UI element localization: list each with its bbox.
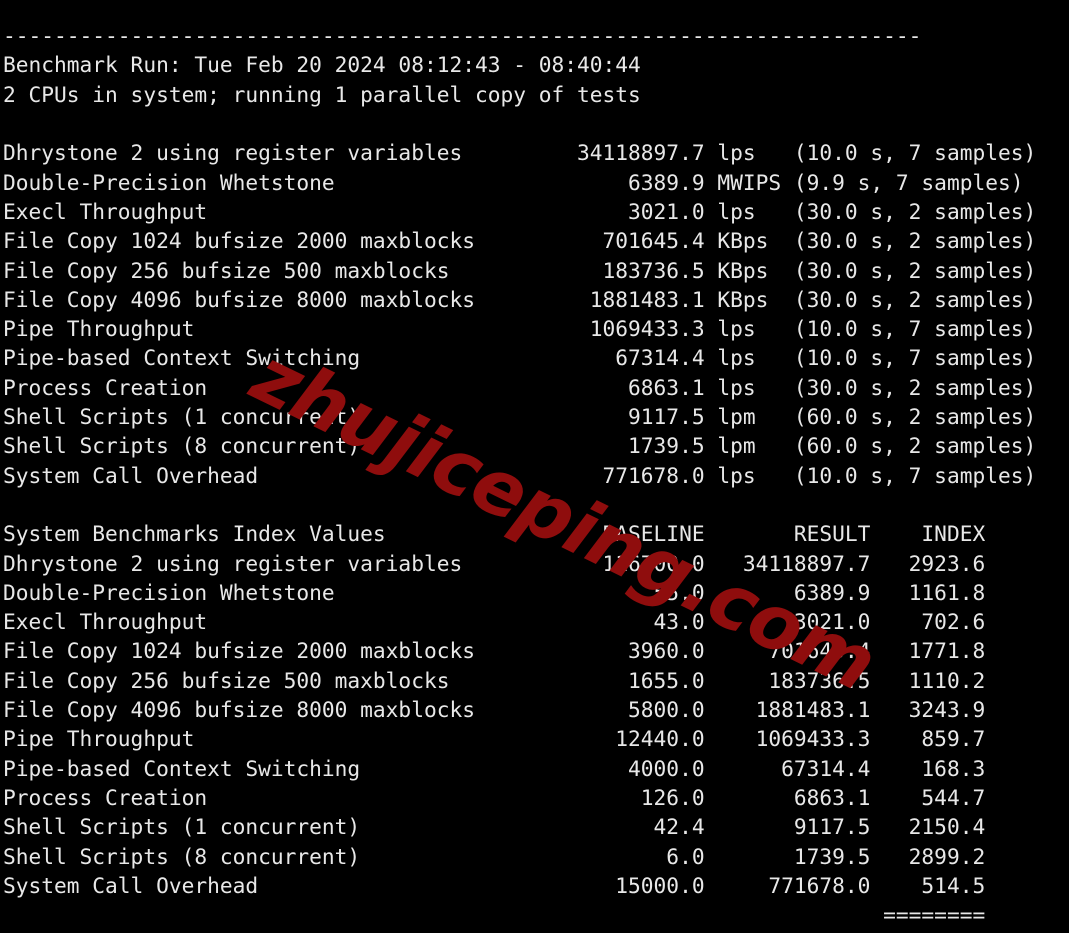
terminal-line: Process Creation 6863.1 lps (30.0 s, 2 s… <box>3 374 1037 400</box>
terminal-line: Pipe Throughput 1069433.3 lps (10.0 s, 7… <box>3 316 1037 342</box>
terminal-line: Shell Scripts (1 concurrent) 9117.5 lpm … <box>3 404 1037 430</box>
terminal-line: Double-Precision Whetstone 55.0 6389.9 1… <box>3 579 986 605</box>
terminal-line: Execl Throughput 43.0 3021.0 702.6 <box>3 609 986 635</box>
terminal-line: File Copy 1024 bufsize 2000 maxblocks 70… <box>3 228 1037 254</box>
terminal-line: 2 CPUs in system; running 1 parallel cop… <box>3 81 641 107</box>
terminal-line: Shell Scripts (8 concurrent) 6.0 1739.5 … <box>3 843 986 869</box>
terminal-line: Pipe-based Context Switching 4000.0 6731… <box>3 755 986 781</box>
terminal-output: ----------------------------------------… <box>0 21 1069 933</box>
terminal-line: Shell Scripts (8 concurrent) 1739.5 lpm … <box>3 433 1037 459</box>
terminal-line: Benchmark Run: Tue Feb 20 2024 08:12:43 … <box>3 52 641 78</box>
terminal-line: Pipe-based Context Switching 67314.4 lps… <box>3 345 1037 371</box>
terminal-line: File Copy 4096 bufsize 8000 maxblocks 58… <box>3 697 986 723</box>
terminal-screen: ----------------------------------------… <box>0 0 1069 933</box>
terminal-line: Shell Scripts (1 concurrent) 42.4 9117.5… <box>3 814 986 840</box>
terminal-line: File Copy 256 bufsize 500 maxblocks 1837… <box>3 257 1037 283</box>
terminal-line: Process Creation 126.0 6863.1 544.7 <box>3 784 986 810</box>
terminal-line: Double-Precision Whetstone 6389.9 MWIPS … <box>3 169 1024 195</box>
terminal-line: System Call Overhead 771678.0 lps (10.0 … <box>3 462 1037 488</box>
terminal-line: ======== <box>3 902 986 928</box>
terminal-line: Dhrystone 2 using register variables 341… <box>3 140 1037 166</box>
terminal-line: System Call Overhead 15000.0 771678.0 51… <box>3 872 986 898</box>
terminal-line: Dhrystone 2 using register variables 116… <box>3 550 986 576</box>
terminal-line: Pipe Throughput 12440.0 1069433.3 859.7 <box>3 726 986 752</box>
terminal-line: File Copy 4096 bufsize 8000 maxblocks 18… <box>3 286 1037 312</box>
terminal-line: File Copy 1024 bufsize 2000 maxblocks 39… <box>3 638 986 664</box>
terminal-line: ----------------------------------------… <box>3 23 922 49</box>
terminal-line: System Benchmarks Index Values BASELINE … <box>3 521 986 547</box>
terminal-line: File Copy 256 bufsize 500 maxblocks 1655… <box>3 667 986 693</box>
terminal-line: Execl Throughput 3021.0 lps (30.0 s, 2 s… <box>3 198 1037 224</box>
